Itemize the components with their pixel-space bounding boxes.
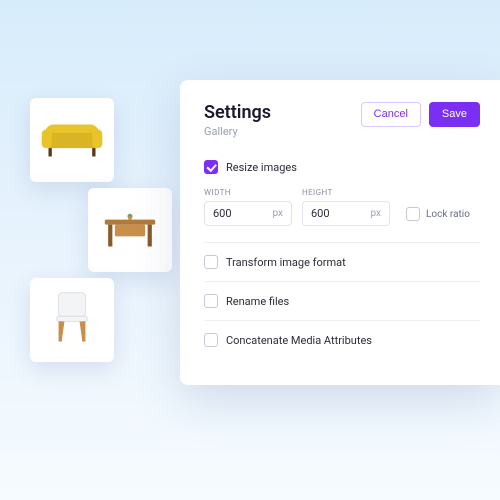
- thumbnail-sofa[interactable]: [30, 98, 114, 182]
- table-icon: [88, 188, 172, 272]
- option-label: Transform image format: [226, 256, 346, 269]
- width-value: 600: [213, 207, 232, 220]
- height-label: HEIGHT: [302, 188, 390, 197]
- width-unit: px: [272, 208, 283, 219]
- options-list: Transform image format Rename files Conc…: [204, 242, 480, 359]
- width-label: WIDTH: [204, 188, 292, 197]
- resize-section: Resize images WIDTH 600 px HEIGHT 600 px…: [204, 160, 480, 226]
- width-input[interactable]: 600 px: [204, 201, 292, 226]
- settings-panel: Settings Gallery Cancel Save Resize imag…: [180, 80, 500, 385]
- height-unit: px: [370, 208, 381, 219]
- option-transform-format[interactable]: Transform image format: [204, 242, 480, 281]
- option-label: Rename files: [226, 295, 289, 308]
- save-button[interactable]: Save: [429, 102, 480, 127]
- height-input[interactable]: 600 px: [302, 201, 390, 226]
- lock-ratio-label: Lock ratio: [426, 209, 470, 220]
- resize-images-checkbox[interactable]: [204, 160, 218, 174]
- option-checkbox[interactable]: [204, 294, 218, 308]
- resize-images-label: Resize images: [226, 161, 297, 174]
- panel-title: Settings: [204, 102, 271, 123]
- lock-ratio-checkbox[interactable]: [406, 207, 420, 221]
- height-value: 600: [311, 207, 330, 220]
- option-concatenate-media[interactable]: Concatenate Media Attributes: [204, 320, 480, 359]
- option-checkbox[interactable]: [204, 255, 218, 269]
- cancel-button[interactable]: Cancel: [361, 102, 421, 127]
- thumbnail-chair[interactable]: [30, 278, 114, 362]
- option-checkbox[interactable]: [204, 333, 218, 347]
- chair-icon: [30, 278, 114, 362]
- thumbnail-table[interactable]: [88, 188, 172, 272]
- panel-subtitle: Gallery: [204, 125, 271, 138]
- panel-header: Settings Gallery Cancel Save: [204, 102, 480, 138]
- option-rename-files[interactable]: Rename files: [204, 281, 480, 320]
- option-label: Concatenate Media Attributes: [226, 334, 372, 347]
- sofa-icon: [30, 98, 114, 182]
